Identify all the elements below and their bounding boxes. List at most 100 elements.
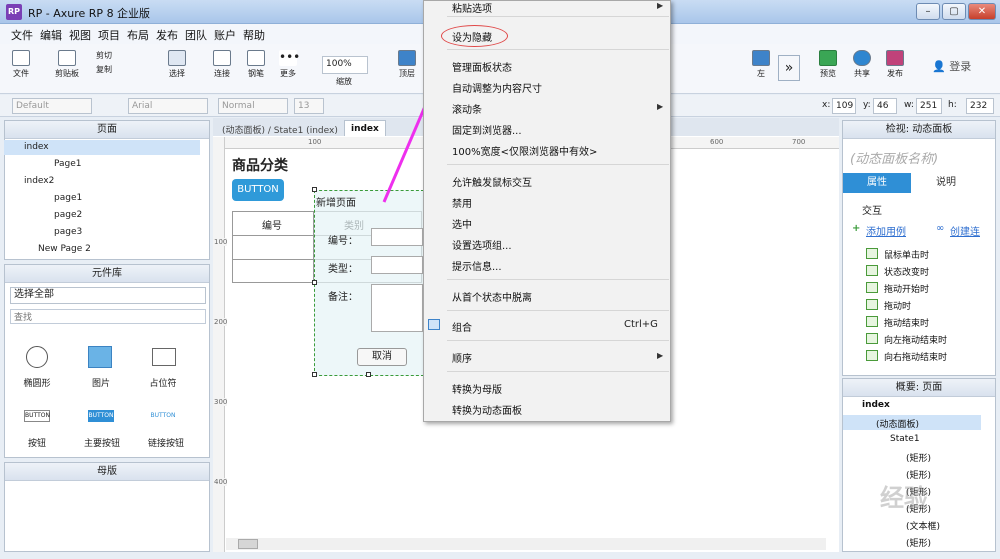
menu-selected[interactable]: 选中 (452, 216, 472, 231)
type-field[interactable] (371, 256, 423, 274)
menu-account[interactable]: 账户 (214, 27, 236, 43)
menu-group[interactable]: 组合 (452, 319, 472, 334)
w-input[interactable]: 251 (916, 98, 942, 114)
page-item[interactable]: index (24, 142, 49, 152)
zoom-select[interactable]: 100% (322, 56, 368, 74)
canvas-heading[interactable]: 商品分类 (232, 155, 288, 175)
page-item[interactable]: page2 (54, 210, 82, 220)
widget-search-input[interactable] (10, 309, 206, 324)
window-title: RP - Axure RP 8 企业版 (28, 7, 151, 20)
resize-handle[interactable] (312, 280, 317, 285)
size-select[interactable]: 13 (294, 98, 324, 114)
menu-team[interactable]: 团队 (185, 27, 207, 43)
widget-button[interactable]: 按钮 (20, 436, 54, 449)
event-item[interactable]: 拖动时 (884, 299, 911, 312)
menu-tooltip[interactable]: 提示信息... (452, 258, 502, 273)
minimize-button[interactable]: – (916, 3, 940, 20)
event-item[interactable]: 向右拖动结束时 (884, 350, 947, 363)
canvas-button[interactable]: BUTTON (232, 179, 284, 201)
preview-button[interactable]: 预览 (814, 50, 842, 79)
page-item[interactable]: Page1 (54, 159, 82, 169)
resize-handle[interactable] (366, 372, 371, 377)
widget-placeholder[interactable]: 占位符 (146, 376, 180, 389)
menu-scrollbars[interactable]: 滚动条 (452, 101, 482, 116)
resize-handle[interactable] (312, 187, 317, 192)
menu-help[interactable]: 帮助 (243, 27, 265, 43)
pen-button[interactable]: 钢笔 (242, 50, 270, 79)
widget-ellipse[interactable]: 椭圆形 (20, 376, 54, 389)
publish-button[interactable]: 发布 (880, 50, 910, 79)
outline-item[interactable]: (矩形) (906, 536, 931, 549)
page-item[interactable]: page1 (54, 193, 82, 203)
widget-primary-button[interactable]: 主要按钮 (80, 436, 124, 449)
menu-view[interactable]: 视图 (69, 27, 91, 43)
more-button[interactable]: ••• 更多 (274, 50, 302, 79)
widget-image[interactable]: 图片 (84, 376, 118, 389)
close-button[interactable]: ✕ (968, 3, 996, 20)
menu-layout[interactable]: 布局 (127, 27, 149, 43)
menu-order[interactable]: 顺序 (452, 350, 472, 365)
clipboard-button[interactable]: 剪贴板 (50, 50, 84, 79)
y-input[interactable]: 46 (873, 98, 897, 114)
select-button[interactable]: 选择 (162, 50, 192, 79)
outline-item[interactable]: (文本框) (906, 519, 940, 532)
outline-item[interactable]: (动态面板) (876, 417, 919, 430)
library-select[interactable]: 选择全部 (10, 287, 206, 304)
style-select[interactable]: Default (12, 98, 92, 114)
menu-paste-options[interactable]: 粘贴选项 (452, 0, 492, 15)
add-case-link[interactable]: 添加用例 (866, 223, 906, 238)
menu-file[interactable]: 文件 (11, 27, 33, 43)
menu-full-width[interactable]: 100%宽度<仅限浏览器中有效> (452, 143, 597, 158)
font-select[interactable]: Arial (128, 98, 208, 114)
create-link[interactable]: 创建连 (950, 223, 984, 238)
menu-detach-state[interactable]: 从首个状态中脱离 (452, 289, 532, 304)
cancel-button[interactable]: 取消 (357, 348, 407, 366)
page-item[interactable]: New Page 2 (38, 244, 91, 254)
expand-toolbar-button[interactable]: » (778, 55, 800, 81)
h-input[interactable]: 232 (966, 98, 994, 114)
number-field[interactable] (371, 228, 423, 246)
menu-convert-panel[interactable]: 转换为动态面板 (452, 402, 522, 417)
outline-item[interactable]: State1 (890, 434, 920, 444)
menu-allow-mouse[interactable]: 允许触发鼠标交互 (452, 174, 532, 189)
scrollbar-thumb[interactable] (238, 539, 258, 549)
align-left-button[interactable]: 左 (748, 50, 774, 79)
menu-publish[interactable]: 发布 (156, 27, 178, 43)
maximize-button[interactable]: ▢ (942, 3, 966, 20)
page-item[interactable]: page3 (54, 227, 82, 237)
menu-disable[interactable]: 禁用 (452, 195, 472, 210)
notes-field[interactable] (371, 284, 423, 332)
event-item[interactable]: 拖动开始时 (884, 282, 929, 295)
page-item[interactable]: index2 (24, 176, 54, 186)
menu-convert-master[interactable]: 转换为母版 (452, 381, 502, 396)
outline-item[interactable]: index (862, 400, 890, 410)
share-button[interactable]: 共享 (848, 50, 876, 79)
menu-pin-to-browser[interactable]: 固定到浏览器... (452, 122, 522, 137)
tab-panel-state[interactable]: (动态面板) / State1 (index) (216, 120, 344, 137)
event-item[interactable]: 鼠标单击时 (884, 248, 929, 261)
connect-button[interactable]: 连接 (208, 50, 236, 79)
cut-button[interactable]: 剪切 (96, 50, 112, 61)
event-item[interactable]: 状态改变时 (884, 265, 929, 278)
event-item[interactable]: 向左拖动结束时 (884, 333, 947, 346)
copy-button[interactable]: 复制 (96, 64, 112, 75)
horizontal-scrollbar[interactable] (226, 538, 826, 550)
menu-auto-fit[interactable]: 自动调整为内容尺寸 (452, 80, 542, 95)
outline-item[interactable]: (矩形) (906, 451, 931, 464)
login-button[interactable]: 👤 登录 (932, 58, 971, 74)
menu-option-group[interactable]: 设置选项组... (452, 237, 512, 252)
widget-link-button[interactable]: 链接按钮 (144, 436, 188, 449)
tab-properties[interactable]: 属性 (843, 173, 911, 193)
panel-name-input[interactable]: (动态面板名称) (850, 148, 938, 167)
interaction-section[interactable]: 交互 (862, 202, 882, 217)
menu-set-hidden[interactable]: 设为隐藏 (452, 29, 492, 44)
resize-handle[interactable] (312, 372, 317, 377)
menu-edit[interactable]: 编辑 (40, 27, 62, 43)
x-input[interactable]: 109 (832, 98, 856, 114)
tab-notes[interactable]: 说明 (912, 173, 980, 193)
menu-project[interactable]: 项目 (98, 27, 120, 43)
event-item[interactable]: 拖动结束时 (884, 316, 929, 329)
file-button[interactable]: 文件 (8, 50, 34, 79)
weight-select[interactable]: Normal (218, 98, 288, 114)
menu-manage-states[interactable]: 管理面板状态 (452, 59, 512, 74)
